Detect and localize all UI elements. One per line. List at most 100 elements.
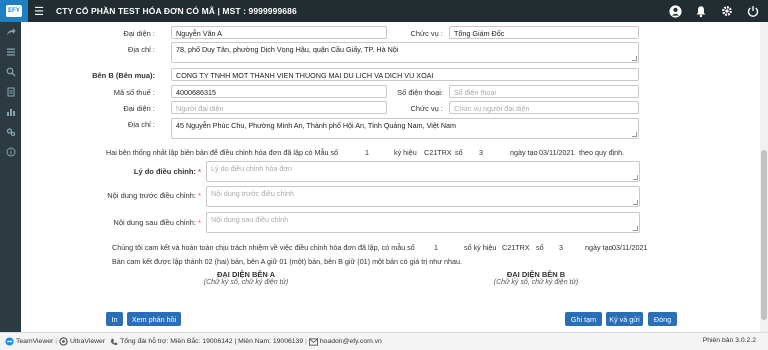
save-draft-button[interactable]: Ghi tạm (565, 312, 602, 326)
sign-and-send-button[interactable]: Ký và gửi (606, 312, 643, 326)
required-mark: * (198, 167, 201, 176)
after-label-text: Nội dung sau điều chỉnh: (113, 218, 196, 227)
share-icon[interactable] (0, 22, 21, 42)
chart-icon[interactable] (0, 102, 21, 122)
phone-icon (110, 338, 118, 345)
commit-date: 03/11/2021 (612, 243, 648, 252)
after-placeholder: Nội dung sau điều chỉnh (211, 215, 289, 224)
party-b-phone-input[interactable]: Số điện thoại (449, 85, 639, 98)
resize-grip[interactable] (633, 175, 638, 180)
user-icon[interactable] (666, 2, 684, 20)
email-icon (308, 337, 318, 346)
info-icon[interactable] (0, 142, 21, 162)
close-button[interactable]: Đóng (648, 312, 677, 326)
ultraviewer-icon (59, 337, 68, 346)
party-a-address-textarea[interactable]: 78, phố Duy Tân, phường Dịch Vọng Hậu, q… (171, 42, 639, 63)
party-a-position-input[interactable]: Tổng Giám Đốc (449, 26, 639, 39)
agreement-symbol-label: ký hiệu (394, 148, 417, 157)
party-b-buyer-input[interactable]: CONG TY TNHH MOT THANH VIEN THUONG MAI D… (171, 68, 639, 81)
gears-icon[interactable] (0, 122, 21, 142)
after-textarea[interactable]: Nội dung sau điều chỉnh (206, 212, 640, 233)
version-text: Phiên bản 3.0.2.2 (702, 337, 756, 344)
reason-label: Lý do điều chỉnh: * (101, 167, 201, 176)
before-textarea[interactable]: Nội dung trước điều chỉnh (206, 186, 640, 207)
hotline-label: Tổng đài hỗ trợ: Miền Bắc: 19006142 | Mi… (120, 338, 304, 345)
party-b-representative-input[interactable]: Người đại diện (171, 101, 387, 114)
signature-a-title: ĐẠI DIỆN BÊN A (216, 270, 276, 279)
ultraviewer-label: UltraViewer (70, 338, 106, 345)
required-mark: * (198, 218, 201, 227)
reason-label-text: Lý do điều chỉnh: (133, 167, 196, 176)
before-placeholder: Nội dung trước điều chỉnh (211, 189, 295, 198)
party-a-address-label: Địa chỉ : (127, 45, 155, 54)
ultraviewer-link[interactable]: UltraViewer (59, 337, 105, 346)
resize-grip[interactable] (633, 226, 638, 231)
party-a-representative-input[interactable]: Nguyễn Văn A (171, 26, 387, 39)
list-icon[interactable] (0, 42, 21, 62)
reason-textarea[interactable]: Lý do điều chỉnh hóa đơn (206, 161, 640, 182)
commit-text: Chúng tôi cam kết và hoàn toàn chịu trác… (112, 243, 415, 252)
power-icon[interactable] (744, 2, 762, 20)
signature-a-subtitle: (Chữ ký số, chữ ký điện tử) (203, 279, 289, 286)
party-b-representative-label: Đại diện : (123, 104, 155, 113)
commit-date-label: ngày tạo (585, 243, 613, 252)
party-b-address-value: 45 Nguyễn Phúc Chu, Phường Minh An, Thàn… (176, 121, 457, 130)
scrollbar-thumb[interactable] (761, 150, 767, 320)
agreement-no-label: số (455, 148, 463, 157)
agreement-text: Hai bên thống nhất lập biên bản để điều … (106, 148, 339, 157)
required-mark: * (198, 191, 201, 200)
party-b-tax-label: Mã số thuế : (113, 88, 155, 97)
footer: TeamViewer | UltraViewer Tổng đài hỗ trợ… (0, 332, 768, 350)
top-bar: EFY ☰ CTY CỔ PHẦN TEST HÓA ĐƠN CÓ MÃ | M… (0, 0, 768, 22)
view-feedback-button[interactable]: Xem phản hồi (127, 312, 181, 326)
search-icon[interactable] (0, 62, 21, 82)
party-b-buyer-label: Bên B (Bên mua): (92, 71, 155, 80)
commit-symbol-label: số ký hiệu (464, 243, 497, 252)
agreement-date-label: ngày tạo (510, 148, 538, 157)
main-content: Đại diện : Nguyễn Văn A Chức vụ : Tổng G… (21, 22, 760, 332)
resize-grip[interactable] (632, 56, 637, 61)
commit-no-label: số (536, 243, 544, 252)
document-icon[interactable] (0, 82, 21, 102)
commit-no: 3 (559, 243, 563, 252)
agreement-end: theo quy định. (579, 148, 625, 157)
party-b-tax-input[interactable]: 4000686315 (171, 85, 387, 98)
agreement-date: 03/11/2021 (539, 148, 575, 157)
reason-placeholder: Lý do điều chỉnh hóa đơn (211, 164, 293, 173)
party-a-address-value: 78, phố Duy Tân, phường Dịch Vọng Hậu, q… (176, 45, 399, 54)
logo-text: EFY (6, 5, 22, 17)
commit-form-no: 1 (434, 243, 438, 252)
party-a-representative-label: Đại diện : (123, 29, 155, 38)
hotline-text: Tổng đài hỗ trợ: Miền Bắc: 19006142 | Mi… (110, 338, 303, 346)
footer-separator: | (305, 338, 307, 345)
teamviewer-icon (5, 337, 14, 346)
party-b-address-label: Địa chỉ : (127, 120, 155, 129)
email-label: hoadon@efy.com.vn (319, 338, 382, 345)
resize-grip[interactable] (632, 132, 637, 137)
sidebar (0, 22, 21, 332)
before-label-text: Nội dung trước điều chỉnh: (107, 191, 196, 200)
company-title: CTY CỔ PHẦN TEST HÓA ĐƠN CÓ MÃ | MST : 9… (56, 6, 297, 16)
agreement-no: 3 (479, 148, 483, 157)
party-b-address-textarea[interactable]: 45 Nguyễn Phúc Chu, Phường Minh An, Thàn… (171, 118, 639, 139)
party-b-position-input[interactable]: Chức vụ người đại diện (449, 101, 639, 114)
signature-b-subtitle: (Chữ ký số, chữ ký điện tử) (493, 279, 579, 286)
party-b-position-label: Chức vụ : (410, 104, 443, 113)
agreement-symbol: C21TRX (424, 148, 452, 157)
print-button[interactable]: In (106, 312, 123, 326)
teamviewer-link[interactable]: TeamViewer (5, 337, 53, 346)
agreement-form-no: 1 (365, 148, 369, 157)
before-label: Nội dung trước điều chỉnh: * (91, 191, 201, 200)
teamviewer-label: TeamViewer (16, 338, 54, 345)
app-logo[interactable]: EFY (0, 0, 28, 22)
party-a-position-label: Chức vụ : (410, 29, 443, 38)
settings-icon[interactable] (718, 2, 736, 20)
commit-copies-text: Bản cam kết được lập thành 02 (hai) bản,… (112, 257, 462, 266)
signature-b-title: ĐẠI DIỆN BÊN B (506, 270, 566, 279)
resize-grip[interactable] (633, 200, 638, 205)
menu-toggle-icon[interactable]: ☰ (28, 5, 50, 18)
vertical-scrollbar[interactable] (760, 22, 768, 332)
email-link[interactable]: hoadon@efy.com.vn (308, 337, 382, 346)
party-b-phone-label: Số điện thoại: (397, 88, 443, 97)
bell-icon[interactable] (692, 2, 710, 20)
